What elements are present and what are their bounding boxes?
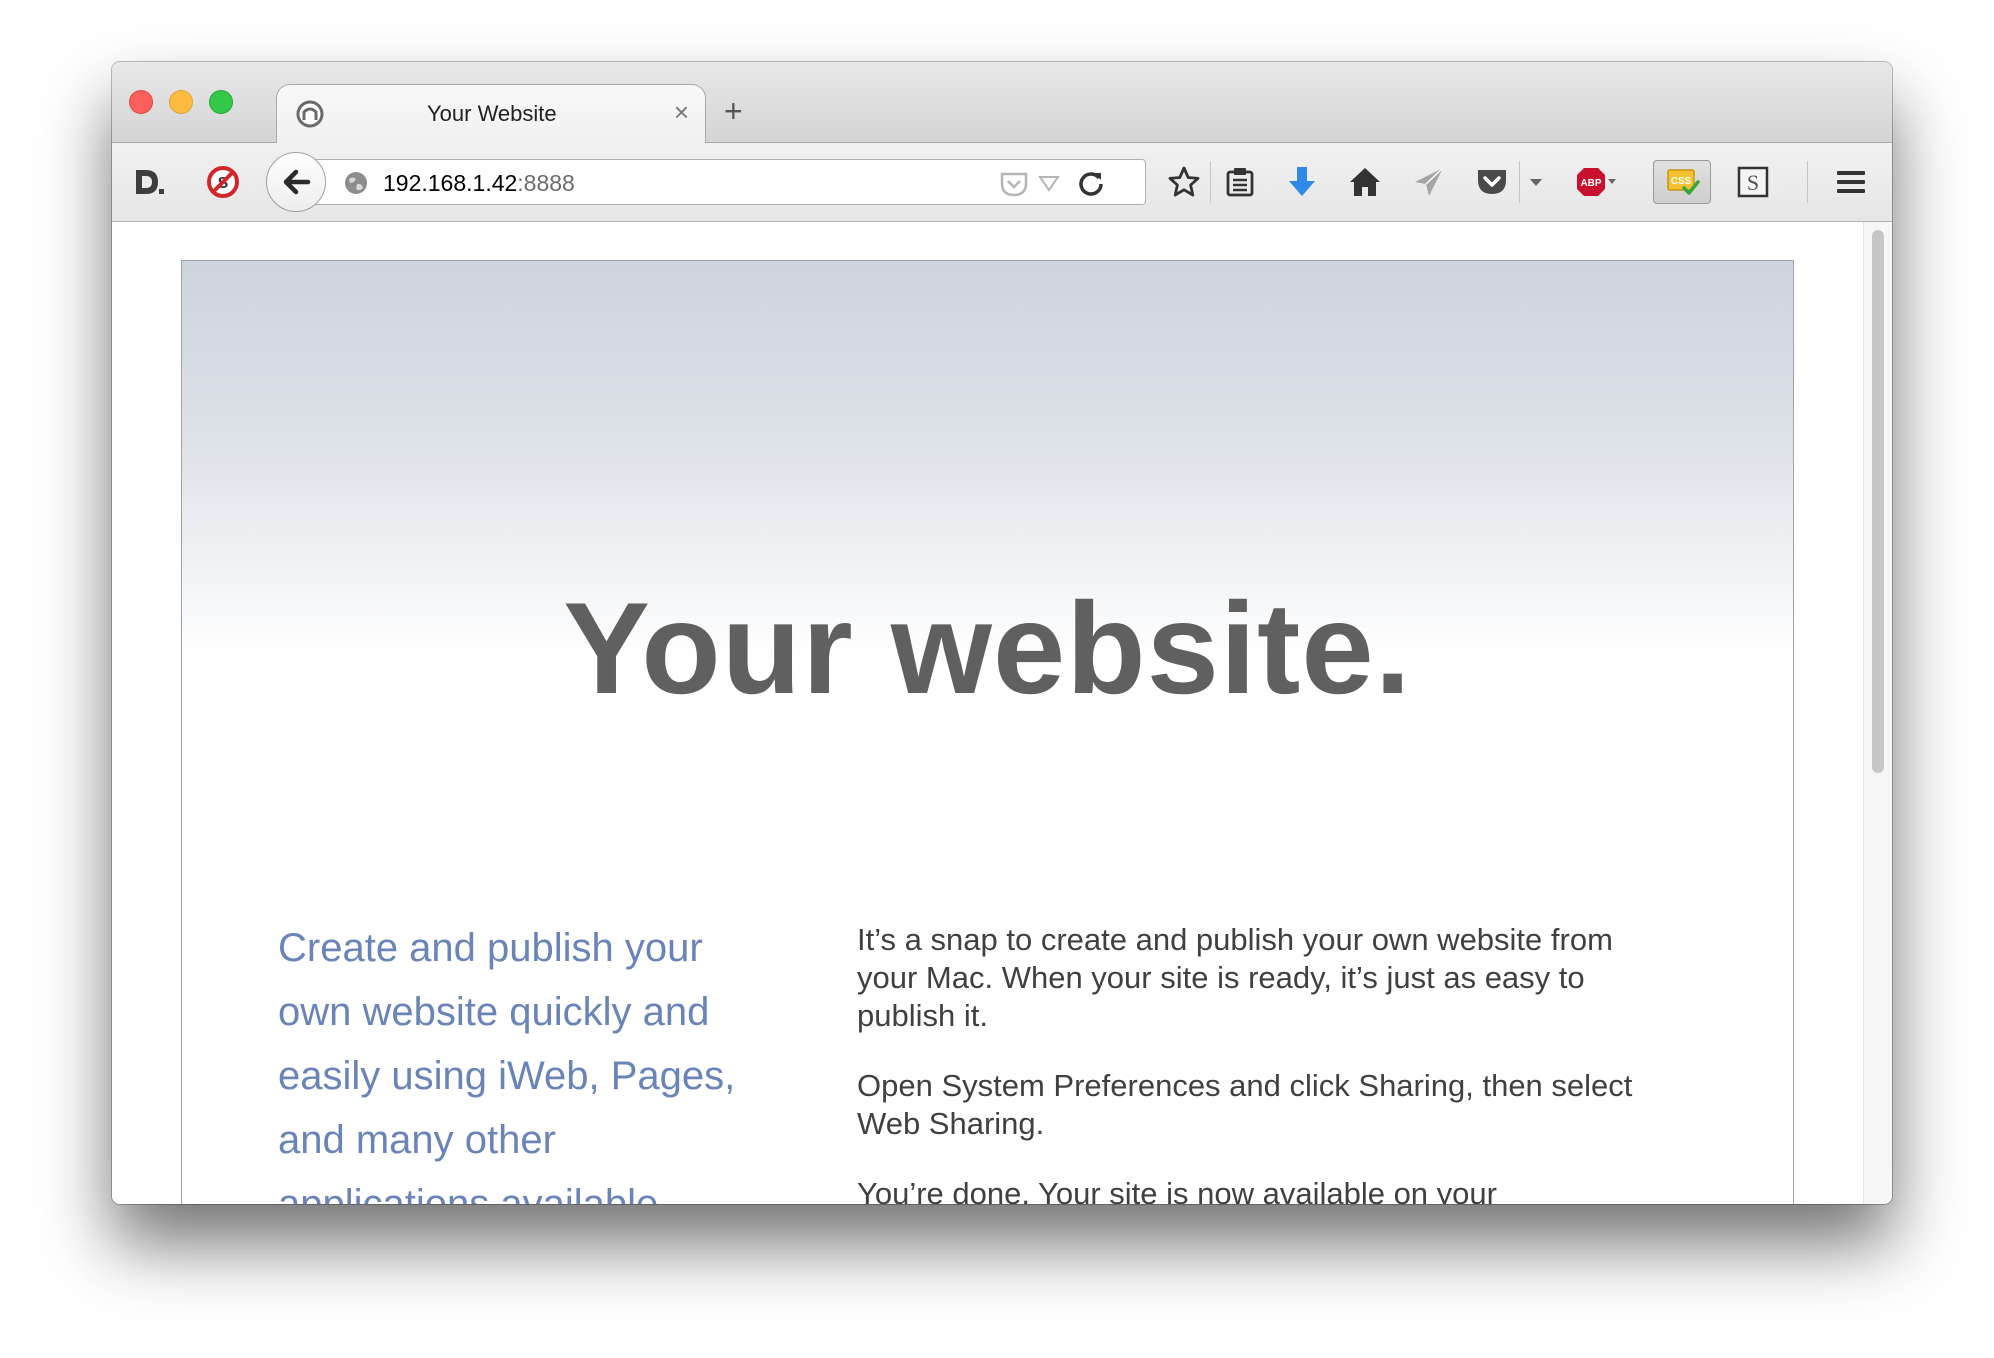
url-bar[interactable]: 192.168.1.42:8888: [308, 159, 1146, 205]
browser-window: Your Website × + S 192.168.1.42:8888: [112, 62, 1892, 1204]
vertical-scrollbar[interactable]: [1863, 222, 1892, 1204]
bookmark-star-icon[interactable]: [1167, 165, 1201, 199]
navigation-toolbar: S 192.168.1.42:8888: [112, 143, 1892, 222]
readability-d-icon[interactable]: [132, 165, 166, 199]
adblock-label: ABP: [1580, 178, 1601, 189]
zoom-window-button[interactable]: [209, 90, 233, 114]
svg-text:S: S: [1747, 170, 1759, 195]
close-window-button[interactable]: [129, 90, 153, 114]
new-tab-button[interactable]: +: [724, 95, 743, 127]
tab-title: Your Website: [427, 101, 557, 126]
scrollbar-thumb[interactable]: [1872, 230, 1884, 773]
reading-list-icon[interactable]: [1223, 165, 1257, 199]
downloads-arrow-icon[interactable]: [1285, 165, 1319, 199]
tab-favicon-icon: [296, 100, 324, 128]
paragraph: It’s a snap to create and publish your o…: [857, 922, 1613, 1033]
body-text-column: It’s a snap to create and publish your o…: [857, 921, 1657, 1204]
hamburger-menu-icon[interactable]: [1834, 165, 1868, 199]
pocket-url-icon[interactable]: [999, 170, 1029, 198]
hero-title: Your website.: [563, 575, 1412, 721]
back-button[interactable]: [266, 152, 326, 212]
home-icon[interactable]: [1348, 165, 1382, 199]
css-validator-icon: CSS: [1667, 169, 1700, 195]
lead-text: Create and publish your own website quic…: [278, 926, 736, 1204]
back-arrow-icon: [283, 169, 311, 195]
page-viewport[interactable]: Your website. Create and publish your ow…: [112, 222, 1892, 1204]
tab-your-website[interactable]: Your Website ×: [276, 84, 706, 143]
css-validator-button[interactable]: CSS: [1653, 160, 1711, 204]
paragraph: You’re done. Your site is now available …: [857, 1176, 1497, 1204]
url-host: 192.168.1.42: [383, 170, 518, 196]
paragraph: Open System Preferences and click Sharin…: [857, 1068, 1633, 1141]
no-script-icon[interactable]: S: [206, 165, 240, 199]
page-container: Your website. Create and publish your ow…: [181, 260, 1794, 1204]
tab-bar: Your Website × +: [112, 62, 1892, 143]
pocket-icon[interactable]: [1475, 165, 1509, 199]
pocket-dropdown-icon[interactable]: [1526, 165, 1546, 199]
adblock-plus-icon[interactable]: ABP: [1574, 165, 1616, 199]
close-tab-icon[interactable]: ×: [674, 97, 689, 127]
url-text[interactable]: 192.168.1.42:8888: [383, 170, 575, 197]
css-label: CSS: [1671, 176, 1692, 187]
globe-icon: [345, 172, 367, 194]
dropdown-arrow-icon[interactable]: [1037, 172, 1061, 194]
toolbar-separator: [1519, 161, 1520, 203]
toolbar-separator: [1210, 161, 1211, 203]
send-paper-plane-icon[interactable]: [1412, 165, 1446, 199]
minimize-window-button[interactable]: [169, 90, 193, 114]
s-extension-icon[interactable]: S: [1736, 165, 1770, 199]
reload-icon[interactable]: [1077, 169, 1105, 197]
toolbar-separator: [1807, 161, 1808, 203]
url-port: :8888: [517, 170, 575, 196]
